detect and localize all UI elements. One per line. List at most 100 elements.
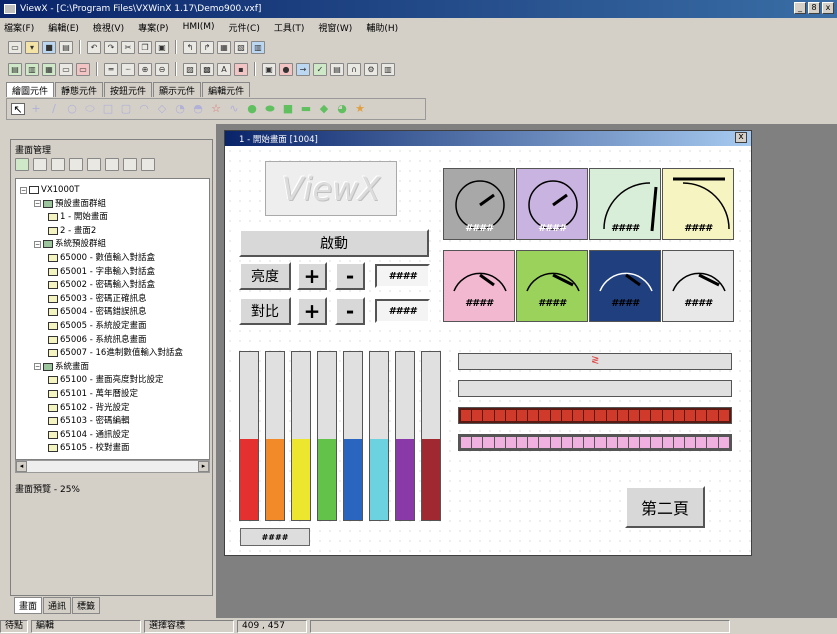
- meter-bottom-0[interactable]: [443, 250, 515, 322]
- ungroup-icon[interactable]: ▧: [234, 40, 248, 54]
- copy-icon[interactable]: ❐: [138, 40, 152, 54]
- tree-expand-icon[interactable]: −: [34, 240, 41, 248]
- menu-tools[interactable]: 工具(T): [274, 21, 305, 34]
- paste-screen-icon[interactable]: [87, 158, 101, 171]
- tree-node[interactable]: − 系統畫面: [34, 362, 89, 372]
- contrast-value[interactable]: ####: [375, 299, 430, 323]
- contrast-minus-button[interactable]: -: [335, 297, 365, 325]
- tree-node[interactable]: − 系統預設群組: [34, 239, 106, 249]
- fill-rect-tool-icon[interactable]: ■: [281, 103, 295, 115]
- menu-help[interactable]: 輔助(H): [366, 21, 398, 34]
- text-color-icon[interactable]: A: [217, 62, 231, 76]
- tab-button[interactable]: 按鈕元件: [104, 82, 153, 97]
- line-style-icon[interactable]: ┈: [121, 62, 135, 76]
- tree-node[interactable]: 2 - 畫面2: [48, 226, 96, 236]
- tab-drawing[interactable]: 繪圖元件: [6, 82, 55, 97]
- menu-file[interactable]: 檔案(F): [4, 21, 34, 34]
- arc-tool-icon[interactable]: ◠: [137, 103, 151, 115]
- brightness-minus-button[interactable]: -: [335, 262, 365, 290]
- scroll-left-arrow-icon[interactable]: ◂: [16, 461, 27, 472]
- tree-node[interactable]: 65003 - 密碼正確訊息: [48, 294, 147, 304]
- fill-star-tool-icon[interactable]: ★: [353, 103, 367, 115]
- menu-hmi[interactable]: HMI(M): [183, 22, 215, 32]
- round-rect-tool-icon[interactable]: ▢: [119, 103, 133, 115]
- freehand-tool-icon[interactable]: ∿: [227, 103, 241, 115]
- small-number-box[interactable]: ####: [240, 528, 310, 546]
- ellipse-tool-icon[interactable]: ⬭: [83, 103, 97, 115]
- vertical-bar-4[interactable]: [343, 351, 363, 521]
- paste-icon[interactable]: ▣: [155, 40, 169, 54]
- line-tool-icon[interactable]: ∕: [47, 103, 61, 115]
- meter-bottom-1[interactable]: [516, 250, 588, 322]
- tree-node[interactable]: − 預設畫面群組: [34, 199, 106, 209]
- vertical-bar-0[interactable]: [239, 351, 259, 521]
- tab-screens[interactable]: 畫面: [14, 597, 43, 614]
- page-two-button[interactable]: 第二頁: [625, 486, 705, 528]
- pie-tool-icon[interactable]: ◔: [173, 103, 187, 115]
- contrast-label-box[interactable]: 對比: [239, 297, 291, 325]
- vertical-bar-7[interactable]: [421, 351, 441, 521]
- grid-icon[interactable]: ▥: [251, 40, 265, 54]
- tree-node[interactable]: 65001 - 字串輸入對話盒: [48, 267, 155, 277]
- tree-node[interactable]: 65104 - 通訊設定: [48, 430, 130, 440]
- fill-pie-tool-icon[interactable]: ◕: [335, 103, 349, 115]
- move-icon[interactable]: ▥: [25, 62, 39, 76]
- plus-tool-icon[interactable]: +: [29, 103, 43, 115]
- horizontal-bar-pink-segments[interactable]: [458, 434, 732, 451]
- fill-circle-tool-icon[interactable]: ●: [245, 103, 259, 115]
- vertical-bar-1[interactable]: [265, 351, 285, 521]
- tree-expand-icon[interactable]: −: [34, 363, 41, 371]
- open-folder-icon[interactable]: ▾: [25, 40, 39, 54]
- vertical-bar-2[interactable]: [291, 351, 311, 521]
- menu-window[interactable]: 視窗(W): [318, 21, 352, 34]
- color-icon[interactable]: ▪: [234, 62, 248, 76]
- menu-project[interactable]: 專案(P): [138, 21, 168, 34]
- tree-node[interactable]: 65101 - 萬年曆設定: [48, 389, 138, 399]
- save-icon[interactable]: ■: [42, 40, 56, 54]
- meter-bottom-3[interactable]: [662, 250, 734, 322]
- star-tool-icon[interactable]: ☆: [209, 103, 223, 115]
- cut-icon[interactable]: ✂: [121, 40, 135, 54]
- tree-node[interactable]: 65006 - 系統訊息畫面: [48, 335, 147, 345]
- polygon-tool-icon[interactable]: ◇: [155, 103, 169, 115]
- copy-screen-icon[interactable]: [69, 158, 83, 171]
- tree-node[interactable]: 65004 - 密碼錯誤訊息: [48, 307, 147, 317]
- fill-round-rect-tool-icon[interactable]: ▬: [299, 103, 313, 115]
- menu-edit[interactable]: 編輯(E): [48, 21, 79, 34]
- menu-component[interactable]: 元件(C): [229, 21, 260, 34]
- rename-screen-icon[interactable]: [105, 158, 119, 171]
- layout-icon[interactable]: ▤: [8, 62, 22, 76]
- tree-expand-icon[interactable]: −: [20, 186, 27, 194]
- tree-node[interactable]: 65002 - 密碼輸入對話盒: [48, 280, 155, 290]
- tab-communication[interactable]: 通訊: [43, 597, 72, 614]
- tab-static[interactable]: 靜態元件: [55, 82, 104, 97]
- menu-view[interactable]: 檢視(V): [93, 21, 124, 34]
- monitor-icon[interactable]: ▥: [381, 62, 395, 76]
- undo-icon[interactable]: ↶: [87, 40, 101, 54]
- brightness-label-box[interactable]: 亮度: [239, 262, 291, 290]
- horizontal-bar-red-segments[interactable]: [458, 407, 732, 424]
- contrast-plus-button[interactable]: +: [297, 297, 327, 325]
- new-file-icon[interactable]: ▭: [8, 40, 22, 54]
- rectangle-tool-icon[interactable]: □: [101, 103, 115, 115]
- download-icon[interactable]: →: [296, 62, 310, 76]
- new-screen-icon[interactable]: [33, 158, 47, 171]
- restore-button[interactable]: 8: [808, 2, 820, 14]
- simulate-icon[interactable]: ✓: [313, 62, 327, 76]
- settings-icon[interactable]: ⚙: [364, 62, 378, 76]
- tree-expand-icon[interactable]: −: [34, 200, 41, 208]
- tab-display[interactable]: 顯示元件: [153, 82, 202, 97]
- pointer-icon[interactable]: ↖: [11, 103, 25, 116]
- brightness-plus-button[interactable]: +: [297, 262, 327, 290]
- fill-polygon-tool-icon[interactable]: ◆: [317, 103, 331, 115]
- redo-icon[interactable]: ↷: [104, 40, 118, 54]
- vertical-bar-3[interactable]: [317, 351, 337, 521]
- start-button[interactable]: 啟動: [239, 229, 429, 257]
- vertical-bar-6[interactable]: [395, 351, 415, 521]
- print-icon[interactable]: ▤: [59, 40, 73, 54]
- tree-node[interactable]: 65005 - 系統設定畫面: [48, 321, 147, 331]
- front-icon[interactable]: ▭: [59, 62, 73, 76]
- tree-node[interactable]: 65007 - 16進制數值輸入對話盒: [48, 348, 183, 358]
- delete-screen-icon[interactable]: [51, 158, 65, 171]
- zoom-out-icon[interactable]: ⊖: [155, 62, 169, 76]
